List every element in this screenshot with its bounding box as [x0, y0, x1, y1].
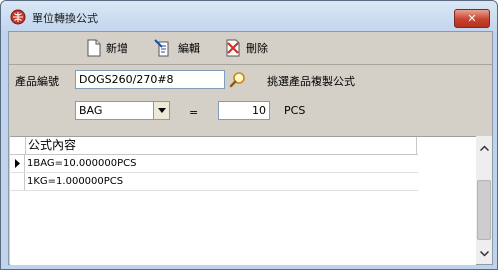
vertical-scrollbar[interactable]: [476, 136, 492, 264]
app-icon: [10, 9, 26, 25]
title-bar: 單位轉換公式 ✕: [1, 1, 497, 31]
new-document-icon: [87, 39, 101, 57]
quantity-field[interactable]: 10: [218, 101, 270, 120]
equals-sign: =: [189, 106, 199, 119]
formula-cell: 1BAG=10.000000PCS: [27, 158, 137, 169]
table-row[interactable]: 1KG=1.000000PCS: [10, 173, 418, 191]
chevron-up-icon: [479, 145, 489, 151]
scroll-thumb[interactable]: [477, 180, 491, 240]
toolbar: 新增 編輯 刪除: [9, 32, 492, 64]
formula-cell: 1KG=1.000000PCS: [27, 176, 124, 187]
close-icon: ✕: [467, 12, 477, 25]
formula-grid: 公式內容 1BAG=10.000000PCS 1KG=1.000000PCS: [10, 136, 476, 265]
client-area: 新增 編輯 刪除 產品編號 DOGS260/270#8 挑選產品複製公式 BAG…: [8, 31, 493, 265]
delete-button[interactable]: 刪除: [224, 38, 268, 58]
scroll-down-button[interactable]: [476, 246, 492, 262]
scroll-up-button[interactable]: [476, 140, 492, 156]
unit-value: BAG: [79, 104, 103, 117]
window-title: 單位轉換公式: [32, 12, 98, 25]
close-button[interactable]: ✕: [454, 9, 490, 28]
dialog-window: 單位轉換公式 ✕ 新增 編輯 刪除 產品編號 DOGS260/270#8 挑選產…: [0, 0, 498, 270]
target-unit-label: PCS: [284, 104, 306, 117]
unit-combobox[interactable]: BAG: [75, 101, 170, 120]
chevron-down-icon: [157, 108, 166, 113]
new-button-label: 新增: [106, 42, 128, 55]
new-button[interactable]: 新增: [86, 38, 128, 58]
input-form: 產品編號 DOGS260/270#8 挑選產品複製公式 BAG = 10 PCS: [9, 64, 492, 131]
row-indicator: [10, 155, 25, 172]
current-row-arrow-icon: [15, 159, 20, 168]
combobox-dropdown-button[interactable]: [153, 102, 169, 119]
edit-button-label: 編輯: [178, 42, 200, 55]
edit-button[interactable]: 編輯: [154, 38, 200, 58]
product-code-field[interactable]: DOGS260/270#8: [75, 70, 225, 89]
table-row[interactable]: 1BAG=10.000000PCS: [10, 155, 418, 173]
search-icon[interactable]: [229, 71, 247, 89]
row-indicator: [10, 173, 25, 190]
delete-button-label: 刪除: [246, 42, 268, 55]
grid-header: 公式內容: [10, 137, 418, 155]
edit-document-icon: [154, 39, 169, 57]
delete-document-icon: [226, 39, 240, 57]
chevron-down-icon: [479, 251, 489, 257]
product-code-label: 產品編號: [15, 75, 59, 88]
column-header-formula[interactable]: 公式內容: [25, 137, 417, 154]
copy-formula-label[interactable]: 挑選產品複製公式: [267, 73, 355, 89]
